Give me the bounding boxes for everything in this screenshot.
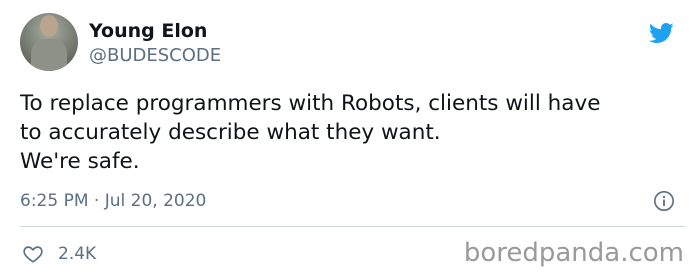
like-count[interactable]: 2.4K	[58, 243, 96, 265]
avatar[interactable]	[20, 13, 78, 71]
avatar-head	[40, 15, 58, 37]
tweet-timestamp[interactable]: 6:25 PM · Jul 20, 2020	[20, 190, 206, 212]
tweet-text-line: to accurately describe what they want.	[20, 120, 441, 145]
tweet-text-line: To replace programmers with Robots, clie…	[20, 91, 601, 116]
twitter-bird-icon[interactable]	[646, 20, 676, 46]
author-name[interactable]: Young Elon	[89, 20, 207, 42]
tweet-text: To replace programmers with Robots, clie…	[20, 89, 685, 176]
tweet-text-line: We're safe.	[20, 149, 140, 174]
info-icon[interactable]	[653, 190, 675, 212]
watermark: boredpanda.com	[463, 238, 684, 268]
heart-icon[interactable]	[21, 243, 45, 265]
author-handle[interactable]: @BUDESCODE	[89, 45, 221, 67]
avatar-shirt	[31, 39, 67, 71]
divider	[20, 226, 685, 227]
